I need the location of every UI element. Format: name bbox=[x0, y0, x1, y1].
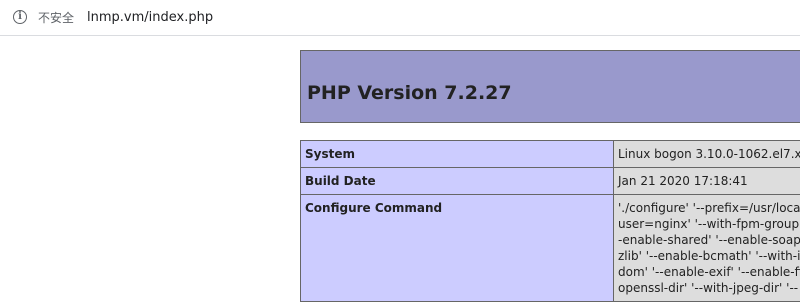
row-label: Build Date bbox=[301, 168, 614, 195]
value-line: zlib' '--enable-bcmath' '--with-ic bbox=[618, 248, 800, 264]
row-value: Linux bogon 3.10.0-1062.el7.x86_64 bbox=[614, 141, 800, 168]
row-value: './configure' '--prefix=/usr/local/ user… bbox=[614, 195, 800, 302]
address-bar[interactable]: i 不安全 lnmp.vm/index.php bbox=[0, 0, 800, 36]
security-label[interactable]: 不安全 bbox=[38, 10, 74, 26]
page-title: PHP Version 7.2.27 bbox=[307, 81, 512, 105]
table-row: System Linux bogon 3.10.0-1062.el7.x86_6… bbox=[301, 141, 800, 168]
info-table: System Linux bogon 3.10.0-1062.el7.x86_6… bbox=[300, 140, 800, 302]
table-row: Build Date Jan 21 2020 17:18:41 bbox=[301, 168, 800, 195]
value-line: './configure' '--prefix=/usr/local/ bbox=[618, 200, 800, 216]
url-text[interactable]: lnmp.vm/index.php bbox=[87, 9, 213, 27]
row-label: Configure Command bbox=[301, 195, 614, 302]
row-value: Jan 21 2020 17:18:41 bbox=[614, 168, 800, 195]
value-line: dom' '--enable-exif' '--enable-fil bbox=[618, 264, 800, 280]
table-row: Configure Command './configure' '--prefi… bbox=[301, 195, 800, 302]
value-line: -enable-shared' '--enable-soap' bbox=[618, 232, 800, 248]
value-line: openssl-dir' '--with-jpeg-dir' '-- bbox=[618, 280, 800, 296]
phpinfo-header: PHP Version 7.2.27 bbox=[300, 50, 800, 123]
info-icon[interactable]: i bbox=[13, 10, 27, 24]
page-content: PHP Version 7.2.27 System Linux bogon 3.… bbox=[0, 36, 800, 287]
row-label: System bbox=[301, 141, 614, 168]
value-line: user=nginx' '--with-fpm-group= bbox=[618, 216, 800, 232]
